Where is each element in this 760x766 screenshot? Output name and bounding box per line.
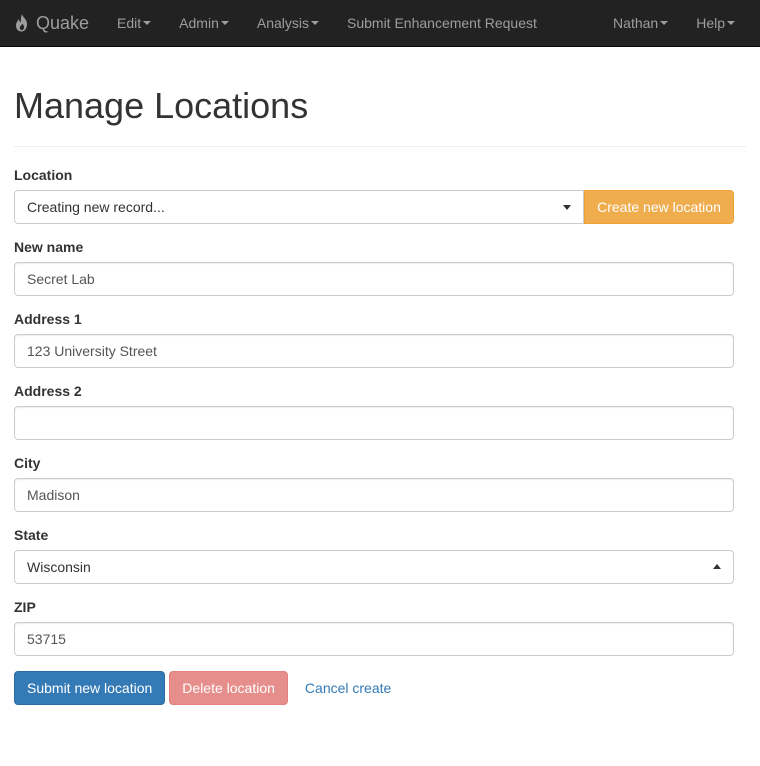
create-new-location-button[interactable]: Create new location [584, 190, 734, 224]
state-group: State Wisconsin [14, 527, 746, 584]
cancel-create-link[interactable]: Cancel create [292, 671, 404, 705]
flame-icon [16, 14, 27, 32]
nav-edit-label: Edit [117, 15, 142, 31]
location-group: Location Creating new record... Create n… [14, 167, 746, 224]
state-select-value: Wisconsin [27, 559, 91, 575]
nav-user-menu[interactable]: Nathan [599, 0, 682, 47]
address1-group: Address 1 [14, 311, 746, 368]
location-input-group: Creating new record... Create new locati… [14, 190, 734, 224]
chevron-up-icon [713, 564, 721, 569]
brand-link[interactable]: Quake [0, 0, 89, 47]
nav-submit-enhancement-link[interactable]: Submit Enhancement Request [333, 0, 551, 47]
nav-analysis-label: Analysis [256, 15, 309, 31]
address1-input[interactable] [14, 334, 734, 368]
nav-help-menu[interactable]: Help [682, 0, 749, 47]
nav-edit-menu[interactable]: Edit [103, 0, 165, 47]
page-title: Manage Locations [14, 47, 746, 147]
new-name-label: New name [14, 239, 84, 255]
nav-right-group: Nathan Help [599, 0, 760, 47]
address1-label: Address 1 [14, 311, 82, 327]
city-group: City [14, 455, 746, 512]
address2-label: Address 2 [14, 383, 82, 399]
nav-admin-menu[interactable]: Admin [165, 0, 243, 47]
form-actions: Submit new location Delete location Canc… [14, 671, 746, 705]
top-navbar: Quake Edit Admin Analysis Submit Enhance… [0, 0, 760, 47]
main-container: Manage Locations Location Creating new r… [0, 47, 760, 705]
state-label: State [14, 527, 49, 543]
nav-user-label: Nathan [613, 15, 659, 31]
zip-input[interactable] [14, 622, 734, 656]
caret-down-icon [727, 21, 735, 25]
nav-submit-enhancement-label: Submit Enhancement Request [347, 15, 537, 31]
caret-down-icon [220, 21, 229, 25]
location-label: Location [14, 167, 73, 183]
address2-input[interactable] [14, 406, 734, 440]
caret-down-icon [311, 21, 319, 25]
submit-new-location-button[interactable]: Submit new location [14, 671, 166, 705]
brand-label: Quake [36, 12, 90, 33]
zip-group: ZIP [14, 599, 746, 656]
nav-help-label: Help [696, 15, 725, 31]
nav-admin-label: Admin [179, 15, 219, 31]
nav-analysis-menu[interactable]: Analysis [243, 0, 333, 47]
caret-down-icon [143, 21, 152, 25]
state-select-wrap: Wisconsin [14, 550, 734, 584]
new-name-input[interactable] [14, 262, 734, 296]
caret-down-icon [660, 21, 669, 25]
location-form: Location Creating new record... Create n… [14, 147, 746, 705]
city-input[interactable] [14, 478, 734, 512]
chevron-down-icon [563, 205, 571, 210]
location-select-value: Creating new record... [27, 199, 165, 215]
delete-location-button[interactable]: Delete location [169, 671, 288, 705]
new-name-group: New name [14, 239, 746, 296]
location-select[interactable]: Creating new record... [14, 190, 584, 224]
zip-label: ZIP [14, 599, 36, 615]
address2-group: Address 2 [14, 383, 746, 440]
city-label: City [14, 455, 41, 471]
state-select[interactable]: Wisconsin [14, 550, 734, 584]
